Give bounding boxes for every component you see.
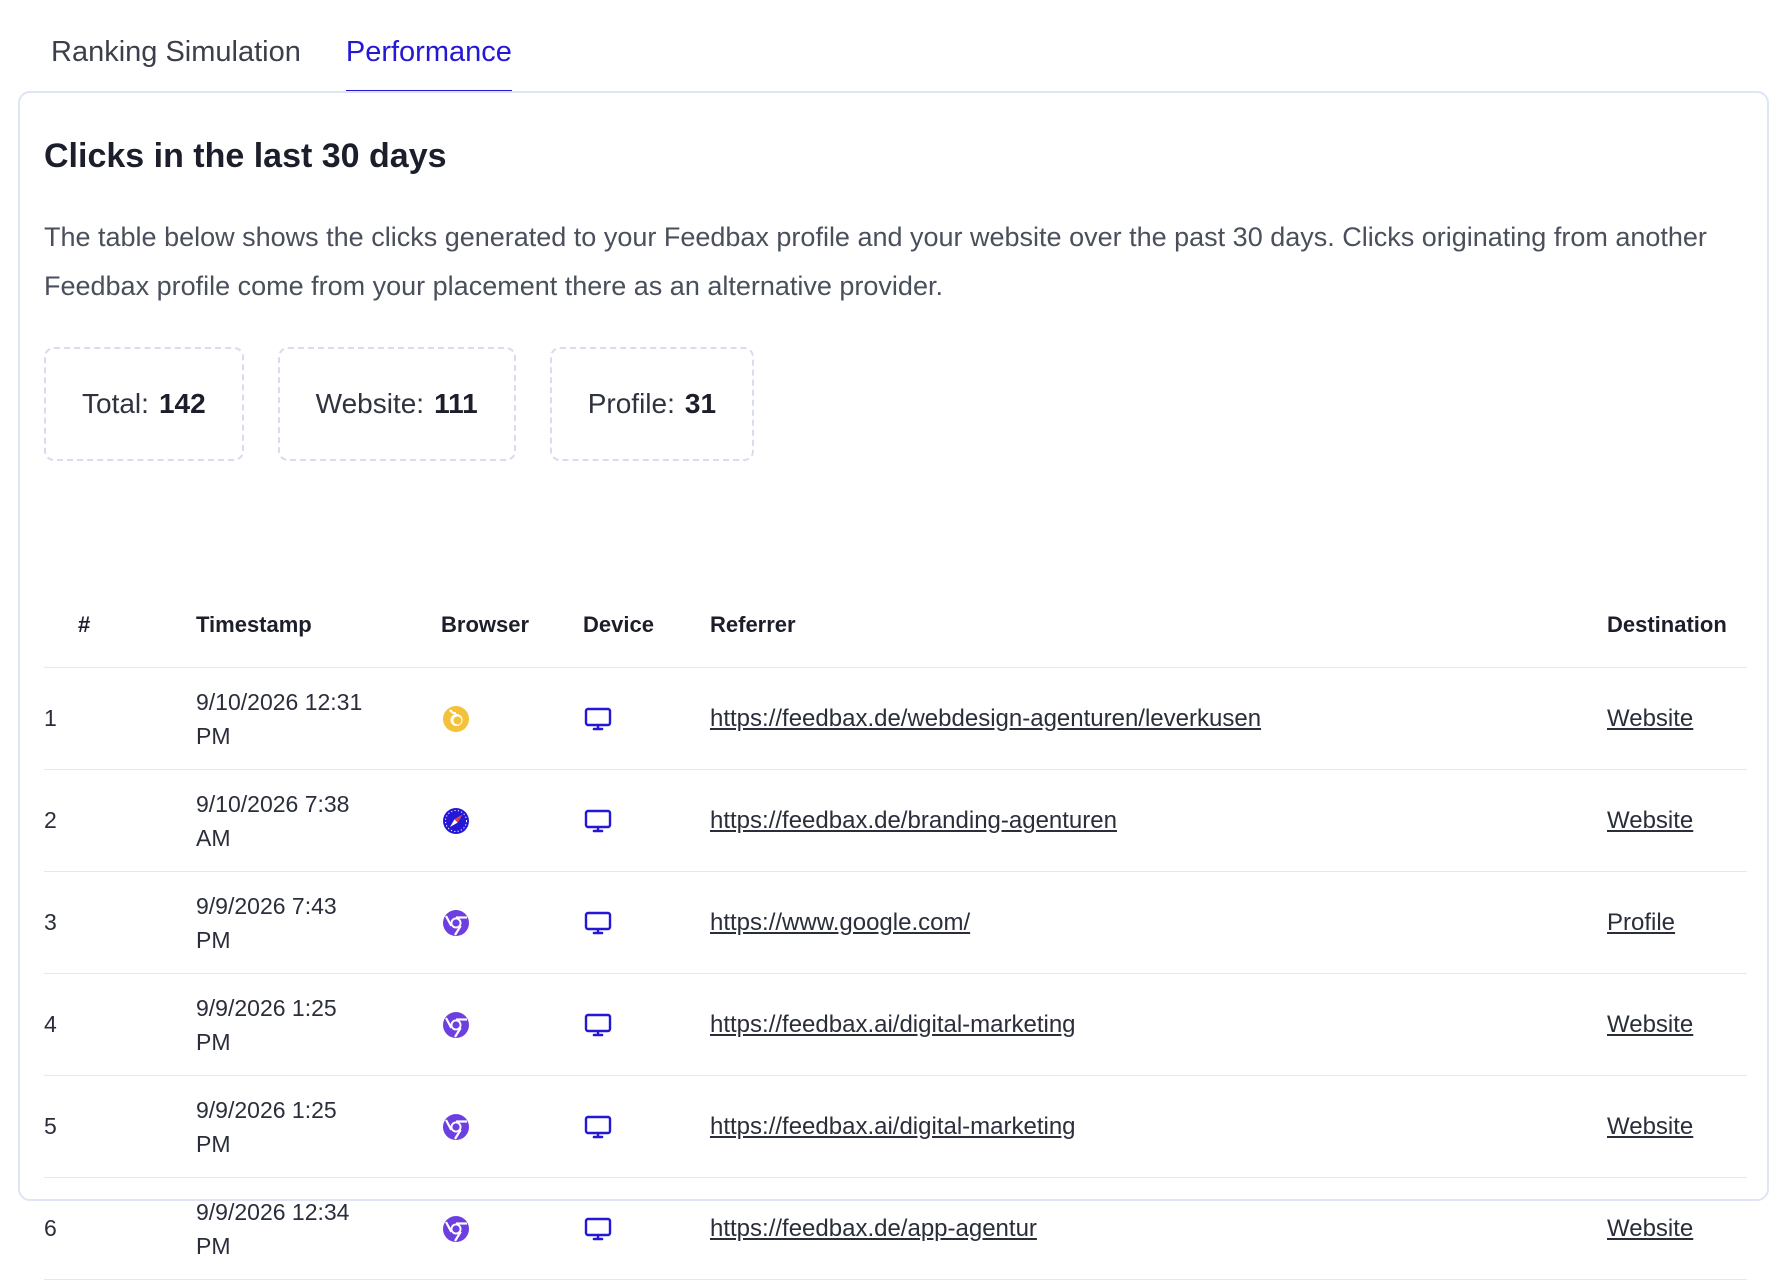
- header-num: #: [44, 583, 196, 668]
- stat-profile-value: 31: [684, 388, 717, 419]
- stats-row: Total: 142 Website: 111 Profile: 31: [44, 347, 755, 461]
- row-num: 1: [44, 667, 196, 770]
- row-destination: Website: [1607, 1177, 1747, 1280]
- desktop-icon: [583, 806, 613, 836]
- destination-link[interactable]: Website: [1607, 1113, 1693, 1140]
- row-destination: Profile: [1607, 871, 1747, 974]
- tab-performance[interactable]: Performance: [345, 0, 512, 93]
- timestamp-text: 9/9/2026 1:25 PM: [196, 994, 337, 1055]
- chrome-icon: [441, 1010, 471, 1040]
- clicks-table: # Timestamp Browser Device Referrer Dest…: [44, 583, 1747, 1280]
- desktop-icon: [583, 1214, 613, 1244]
- row-device: [583, 1177, 710, 1280]
- row-browser: [441, 973, 583, 1076]
- card-title: Clicks in the last 30 days: [44, 137, 447, 175]
- desktop-icon: [583, 1010, 613, 1040]
- row-referrer: https://feedbax.ai/digital-marketing: [710, 973, 1607, 1076]
- row-timestamp: 9/9/2026 1:25 PM: [196, 1075, 441, 1178]
- row-num: 2: [44, 769, 196, 872]
- row-device: [583, 769, 710, 872]
- header-browser: Browser: [441, 583, 583, 668]
- chrome-icon: [441, 1112, 471, 1142]
- row-timestamp: 9/10/2026 12:31 PM: [196, 667, 441, 770]
- destination-link[interactable]: Website: [1607, 1011, 1693, 1038]
- row-num: 5: [44, 1075, 196, 1178]
- row-device: [583, 667, 710, 770]
- stat-total-value: 142: [158, 388, 206, 419]
- row-timestamp: 9/10/2026 7:38 AM: [196, 769, 441, 872]
- table-row: 5 9/9/2026 1:25 PM https://feedbax.ai/digi…: [44, 1075, 1747, 1178]
- row-referrer: https://feedbax.de/webdesign-agenturen/l…: [710, 667, 1607, 770]
- tab-bar: Ranking Simulation Performance: [51, 0, 512, 93]
- row-num: 6: [44, 1177, 196, 1280]
- timestamp-text: 9/9/2026 1:25 PM: [196, 1096, 337, 1157]
- referrer-link[interactable]: https://www.google.com/: [710, 909, 970, 936]
- table-row: 3 9/9/2026 7:43 PM https://www.google.com/…: [44, 871, 1747, 974]
- stat-website-label: Website:: [315, 388, 425, 419]
- row-browser: [441, 1075, 583, 1178]
- timestamp-text: 9/9/2026 12:34 PM: [196, 1198, 350, 1259]
- stat-website-value: 111: [434, 388, 478, 419]
- firefox-icon: [441, 704, 471, 734]
- destination-link[interactable]: Website: [1607, 705, 1693, 732]
- row-timestamp: 9/9/2026 7:43 PM: [196, 871, 441, 974]
- desktop-icon: [583, 908, 613, 938]
- row-browser: [441, 871, 583, 974]
- chrome-icon: [441, 1214, 471, 1244]
- row-referrer: https://www.google.com/: [710, 871, 1607, 974]
- referrer-link[interactable]: https://feedbax.ai/digital-marketing: [710, 1011, 1076, 1038]
- header-device: Device: [583, 583, 710, 668]
- stat-total: Total: 142: [44, 347, 244, 461]
- row-destination: Website: [1607, 1075, 1747, 1178]
- stat-profile: Profile: 31: [549, 347, 755, 461]
- stat-website: Website: 111: [277, 347, 516, 461]
- referrer-link[interactable]: https://feedbax.de/webdesign-agenturen/l…: [710, 705, 1261, 732]
- destination-link[interactable]: Website: [1607, 1215, 1693, 1242]
- row-device: [583, 871, 710, 974]
- row-num: 4: [44, 973, 196, 1076]
- header-referrer: Referrer: [710, 583, 1607, 668]
- table-row: 4 9/9/2026 1:25 PM https://feedbax.ai/digi…: [44, 973, 1747, 1076]
- row-destination: Website: [1607, 667, 1747, 770]
- table-row: 2 9/10/2026 7:38 AM https://feedbax.de/bra…: [44, 769, 1747, 872]
- row-destination: Website: [1607, 769, 1747, 872]
- chrome-icon: [441, 908, 471, 938]
- row-referrer: https://feedbax.de/app-agentur: [710, 1177, 1607, 1280]
- header-destination: Destination: [1607, 583, 1747, 668]
- row-browser: [441, 769, 583, 872]
- row-destination: Website: [1607, 973, 1747, 1076]
- row-timestamp: 9/9/2026 12:34 PM: [196, 1177, 441, 1280]
- row-referrer: https://feedbax.de/branding-agenturen: [710, 769, 1607, 872]
- destination-link[interactable]: Profile: [1607, 909, 1675, 936]
- row-browser: [441, 667, 583, 770]
- row-referrer: https://feedbax.ai/digital-marketing: [710, 1075, 1607, 1178]
- row-browser: [441, 1177, 583, 1280]
- tab-ranking-simulation[interactable]: Ranking Simulation: [51, 0, 301, 93]
- stat-total-label: Total:: [82, 388, 149, 419]
- row-num: 3: [44, 871, 196, 974]
- referrer-link[interactable]: https://feedbax.de/branding-agenturen: [710, 807, 1117, 834]
- table-body: 1 9/10/2026 12:31 PM https://feedbax.de/we…: [44, 667, 1747, 1280]
- header-timestamp: Timestamp: [196, 583, 441, 668]
- row-timestamp: 9/9/2026 1:25 PM: [196, 973, 441, 1076]
- timestamp-text: 9/10/2026 7:38 AM: [196, 790, 350, 851]
- row-device: [583, 973, 710, 1076]
- referrer-link[interactable]: https://feedbax.de/app-agentur: [710, 1215, 1037, 1242]
- referrer-link[interactable]: https://feedbax.ai/digital-marketing: [710, 1113, 1076, 1140]
- table-header-row: # Timestamp Browser Device Referrer Dest…: [44, 583, 1747, 668]
- row-device: [583, 1075, 710, 1178]
- safari-icon: [441, 806, 471, 836]
- performance-card: Clicks in the last 30 days The table bel…: [18, 91, 1769, 1280]
- destination-link[interactable]: Website: [1607, 807, 1693, 834]
- desktop-icon: [583, 704, 613, 734]
- card-description: The table below shows the clicks generat…: [44, 222, 1707, 301]
- stat-profile-label: Profile:: [587, 388, 675, 419]
- table-row: 1 9/10/2026 12:31 PM https://feedbax.de/we…: [44, 667, 1747, 770]
- timestamp-text: 9/9/2026 7:43 PM: [196, 892, 337, 953]
- timestamp-text: 9/10/2026 12:31 PM: [196, 688, 363, 749]
- desktop-icon: [583, 1112, 613, 1142]
- table-row: 6 9/9/2026 12:34 PM https://feedbax.de/app…: [44, 1177, 1747, 1280]
